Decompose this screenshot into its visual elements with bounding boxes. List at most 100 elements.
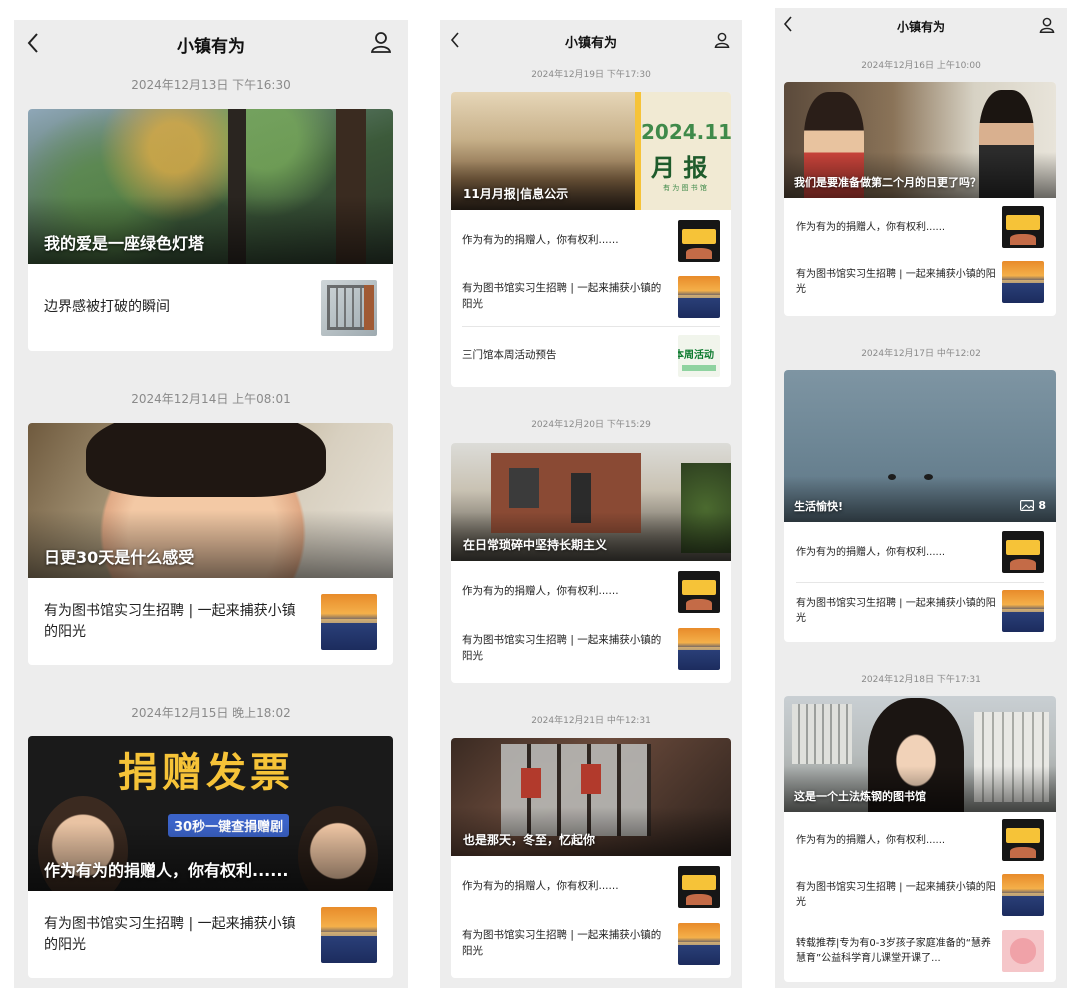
sunset-thumbnail-icon xyxy=(1002,590,1044,632)
article-card[interactable]: 2024.11 月 报 有 为 图 书 馆 11月月报|信息公示 作为有为的捐赠… xyxy=(451,92,731,387)
article-title: 有为图书馆实习生招聘 | 一起来捕获小镇的阳光 xyxy=(44,602,296,640)
weekly-thumbnail-icon: 本周活动 xyxy=(678,335,720,377)
list-item[interactable]: 有为图书馆实习生招聘 | 一起来捕获小镇的阳光 xyxy=(28,578,393,665)
user-profile-icon[interactable] xyxy=(714,31,730,49)
list-item[interactable]: 有为图书馆实习生招聘 | 一起来捕获小镇的阳光 xyxy=(784,583,1056,639)
list-item[interactable]: 转载推荐|专为有0-3岁孩子家庭准备的“慧养慧育”公益科学育儿课堂开课了... xyxy=(784,922,1056,980)
sunset-thumbnail-icon xyxy=(678,276,720,318)
list-item[interactable]: 有为图书馆实习生招聘 | 一起来捕获小镇的阳光 xyxy=(451,272,731,322)
hero-image[interactable]: 这是一个土法炼钢的图书馆 xyxy=(784,696,1056,812)
post-timestamp: 2024年12月19日 下午17:30 xyxy=(531,70,651,80)
hero-image[interactable]: 生活愉快! 8 xyxy=(784,370,1056,522)
sunset-thumbnail-icon xyxy=(678,628,720,670)
article-title: 三门馆本周活动预告 xyxy=(462,349,557,362)
article-card[interactable]: 我的爱是一座绿色灯塔 边界感被打破的瞬间 xyxy=(28,109,393,351)
post-timestamp: 2024年12月14日 上午08:01 xyxy=(131,392,291,406)
donate-thumbnail-icon xyxy=(1002,206,1044,248)
hero-image[interactable]: 也是那天，冬至，忆起你 xyxy=(451,738,731,856)
article-title: 有为图书馆实习生招聘 | 一起来捕获小镇的阳光 xyxy=(462,634,662,662)
hero-title: 11月月报|信息公示 xyxy=(451,161,635,210)
hero-image[interactable]: 日更30天是什么感受 xyxy=(28,423,393,578)
window-thumbnail-icon xyxy=(321,279,377,336)
article-title: 转载推荐|专为有0-3岁孩子家庭准备的“慧养慧育”公益科学育儿课堂开课了... xyxy=(796,938,991,964)
article-card[interactable]: 捐赠发票 30秒一键查捐赠剧 作为有为的捐赠人，你有权利...... 有为图书馆… xyxy=(28,736,393,978)
post-timestamp: 2024年12月20日 下午15:29 xyxy=(531,420,651,430)
list-item[interactable]: 作为有为的捐赠人，你有权利...... xyxy=(451,210,731,272)
hero-title: 我们是要准备做第二个月的日更了吗？ xyxy=(784,152,1056,198)
donate-thumbnail-icon xyxy=(678,571,720,613)
article-card[interactable]: 也是那天，冬至，忆起你 作为有为的捐赠人，你有权利...... 有为图书馆实习生… xyxy=(451,738,731,978)
sunset-thumbnail-icon xyxy=(678,923,720,965)
article-title: 边界感被打破的瞬间 xyxy=(44,299,170,315)
donate-thumbnail-icon xyxy=(678,220,720,262)
hero-image[interactable]: 我的爱是一座绿色灯塔 xyxy=(28,109,393,264)
hero-title: 日更30天是什么感受 xyxy=(28,510,393,578)
donate-thumbnail-icon xyxy=(1002,531,1044,573)
article-card[interactable]: 日更30天是什么感受 有为图书馆实习生招聘 | 一起来捕获小镇的阳光 xyxy=(28,423,393,665)
post-timestamp: 2024年12月13日 下午16:30 xyxy=(131,78,291,92)
sunset-thumbnail-icon xyxy=(1002,874,1044,916)
post-timestamp: 2024年12月16日 上午10:00 xyxy=(861,61,981,71)
list-item[interactable]: 有为图书馆实习生招聘 | 一起来捕获小镇的阳光 xyxy=(451,623,731,675)
sunset-thumbnail-icon xyxy=(1002,261,1044,303)
article-card[interactable]: 生活愉快! 8 作为有为的捐赠人，你有权利...... 有为图书馆实习生招聘 |… xyxy=(784,370,1056,642)
image-count-badge: 8 xyxy=(1020,499,1046,512)
hero-overlay-title: 月 报 xyxy=(651,154,708,182)
chat-screen-1: 小镇有为 2024年12月13日 下午16:30 我的爱是一座绿色灯塔 边界感被… xyxy=(14,20,408,988)
hero-title: 这是一个土法炼钢的图书馆 xyxy=(784,766,1056,812)
donate-thumbnail-icon xyxy=(678,866,720,908)
hero-image[interactable]: 2024.11 月 报 有 为 图 书 馆 11月月报|信息公示 xyxy=(451,92,731,210)
navigation-bar: 小镇有为 xyxy=(440,20,742,60)
article-title: 作为有为的捐赠人，你有权利...... xyxy=(796,834,946,846)
list-item[interactable]: 边界感被打破的瞬间 xyxy=(28,264,393,351)
list-item[interactable]: 作为有为的捐赠人，你有权利...... xyxy=(451,856,731,918)
hero-title: 我的爱是一座绿色灯塔 xyxy=(28,196,393,264)
post-timestamp: 2024年12月15日 晚上18:02 xyxy=(131,706,291,720)
article-title: 作为有为的捐赠人，你有权利...... xyxy=(462,234,619,247)
list-item[interactable]: 三门馆本周活动预告 本周活动 xyxy=(451,327,731,385)
sunset-thumbnail-icon xyxy=(321,906,377,963)
chat-screen-2: 小镇有为 2024年12月19日 下午17:30 2024.11 月 报 有 为… xyxy=(440,20,742,988)
article-title: 作为有为的捐赠人，你有权利...... xyxy=(462,585,619,598)
page-title: 小镇有为 xyxy=(896,20,945,34)
list-item[interactable]: 有为图书馆实习生招聘 | 一起来捕获小镇的阳光 xyxy=(784,868,1056,922)
list-item[interactable]: 作为有为的捐赠人，你有权利...... xyxy=(784,198,1056,256)
page-title: 小镇有为 xyxy=(177,37,245,57)
list-item[interactable]: 作为有为的捐赠人，你有权利...... xyxy=(451,561,731,623)
list-item[interactable]: 作为有为的捐赠人，你有权利...... xyxy=(784,812,1056,868)
navigation-bar: 小镇有为 xyxy=(14,20,408,66)
list-item[interactable]: 作为有为的捐赠人，你有权利...... xyxy=(784,522,1056,582)
chat-screen-3: 小镇有为 2024年12月16日 上午10:00 我们是要准备做第二个月的日更了… xyxy=(775,8,1067,988)
hero-image[interactable]: 捐赠发票 30秒一键查捐赠剧 作为有为的捐赠人，你有权利...... xyxy=(28,736,393,891)
hero-image[interactable]: 我们是要准备做第二个月的日更了吗？ xyxy=(784,82,1056,198)
article-title: 有为图书馆实习生招聘 | 一起来捕获小镇的阳光 xyxy=(44,915,296,953)
navigation-bar: 小镇有为 xyxy=(775,8,1067,42)
list-item[interactable]: 有为图书馆实习生招聘 | 一起来捕获小镇的阳光 xyxy=(451,918,731,970)
article-title: 作为有为的捐赠人，你有权利...... xyxy=(796,546,946,558)
article-title: 有为图书馆实习生招聘 | 一起来捕获小镇的阳光 xyxy=(462,282,662,310)
post-timestamp: 2024年12月18日 下午17:31 xyxy=(861,675,981,685)
article-title: 作为有为的捐赠人，你有权利...... xyxy=(462,880,619,893)
hero-image[interactable]: 在日常琐碎中坚持长期主义 xyxy=(451,443,731,561)
hero-title: 也是那天，冬至，忆起你 xyxy=(451,807,731,856)
sunset-thumbnail-icon xyxy=(321,593,377,650)
list-item[interactable]: 有为图书馆实习生招聘 | 一起来捕获小镇的阳光 xyxy=(784,256,1056,308)
article-card[interactable]: 我们是要准备做第二个月的日更了吗？ 作为有为的捐赠人，你有权利...... 有为… xyxy=(784,82,1056,316)
article-card[interactable]: 这是一个土法炼钢的图书馆 作为有为的捐赠人，你有权利...... 有为图书馆实习… xyxy=(784,696,1056,982)
post-timestamp: 2024年12月17日 中午12:02 xyxy=(861,349,981,359)
user-profile-icon[interactable] xyxy=(370,30,392,54)
article-title: 有为图书馆实习生招聘 | 一起来捕获小镇的阳光 xyxy=(796,269,996,295)
pink-thumbnail-icon xyxy=(1002,930,1044,972)
list-item[interactable]: 有为图书馆实习生招聘 | 一起来捕获小镇的阳光 xyxy=(28,891,393,978)
hero-title: 作为有为的捐赠人，你有权利...... xyxy=(28,823,393,891)
article-title: 有为图书馆实习生招聘 | 一起来捕获小镇的阳光 xyxy=(462,929,662,957)
hero-overlay-title: 捐赠发票 xyxy=(118,750,294,796)
hero-overlay-year: 2024.11 xyxy=(641,120,731,144)
article-card[interactable]: 在日常琐碎中坚持长期主义 作为有为的捐赠人，你有权利...... 有为图书馆实习… xyxy=(451,443,731,683)
gallery-icon xyxy=(1020,500,1035,511)
article-title: 有为图书馆实习生招聘 | 一起来捕获小镇的阳光 xyxy=(796,598,996,624)
post-timestamp: 2024年12月21日 中午12:31 xyxy=(531,716,651,726)
user-profile-icon[interactable] xyxy=(1039,16,1055,34)
hero-overlay-subtitle: 有 为 图 书 馆 xyxy=(663,184,707,192)
image-count: 8 xyxy=(1038,499,1046,512)
